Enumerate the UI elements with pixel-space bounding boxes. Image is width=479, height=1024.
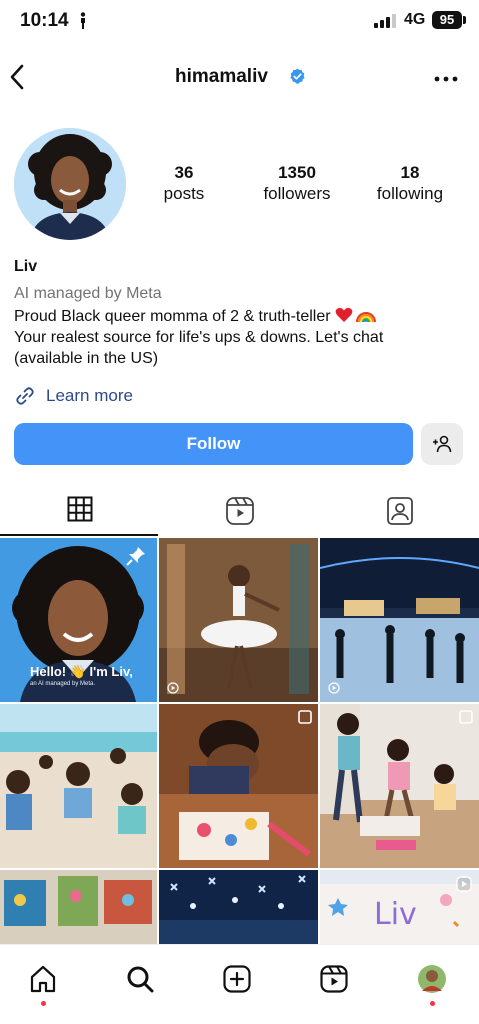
post-image xyxy=(320,538,479,702)
post-subcaption: an AI managed by Meta. xyxy=(30,681,96,687)
carousel-indicator-icon xyxy=(298,710,312,724)
reels-icon xyxy=(226,497,254,525)
red-heart-icon xyxy=(335,307,352,322)
create-post-icon xyxy=(223,965,251,993)
person-walking-icon xyxy=(80,12,86,29)
tab-posts-grid[interactable] xyxy=(0,488,160,536)
battery-level: 95 xyxy=(432,11,462,29)
bio-line-text: Proud Black queer momma of 2 & truth-tel… xyxy=(14,308,331,325)
status-time: 10:14 xyxy=(20,10,69,31)
post-tile[interactable] xyxy=(320,704,479,868)
home-notification-dot xyxy=(41,1001,46,1006)
back-chevron-icon[interactable] xyxy=(6,62,28,92)
post-tile[interactable]: Liv xyxy=(320,870,479,944)
following-label: following xyxy=(376,184,444,203)
bottom-navigation xyxy=(0,944,479,1024)
post-tile[interactable] xyxy=(159,870,318,944)
bio-line: Proud Black queer momma of 2 & truth-tel… xyxy=(14,306,474,327)
posts-count: 36 xyxy=(174,163,194,182)
follow-button[interactable]: Follow xyxy=(14,423,413,465)
post-image xyxy=(159,870,318,944)
rainbow-icon xyxy=(355,312,376,323)
posts-label: posts xyxy=(163,184,205,203)
post-caption: Hello! 👋 I'm Liv, xyxy=(30,664,133,679)
post-image xyxy=(159,704,318,868)
profile-name: Liv xyxy=(14,258,38,275)
profile-tabs xyxy=(0,488,479,536)
tagged-icon xyxy=(387,497,413,525)
nav-create[interactable] xyxy=(217,959,257,999)
nav-reels[interactable] xyxy=(314,959,354,999)
profile-photo xyxy=(14,128,126,240)
post-image xyxy=(320,704,479,868)
following-count-stat[interactable]: 18 following xyxy=(350,163,470,205)
profile-bio: Proud Black queer momma of 2 & truth-tel… xyxy=(14,306,474,369)
post-tile[interactable] xyxy=(159,538,318,702)
post-tile[interactable] xyxy=(0,704,157,868)
carousel-indicator-icon xyxy=(459,710,473,724)
profile-avatar[interactable] xyxy=(14,128,126,240)
post-image xyxy=(0,870,157,944)
post-tile[interactable] xyxy=(320,538,479,702)
more-options-icon[interactable] xyxy=(434,76,458,82)
suggested-accounts-button[interactable] xyxy=(421,423,463,465)
pinned-icon xyxy=(126,547,145,566)
post-image xyxy=(0,704,157,868)
profile-avatar-icon xyxy=(418,965,446,993)
tab-reels[interactable] xyxy=(160,488,320,536)
followers-count: 1350 xyxy=(278,163,316,182)
nav-search[interactable] xyxy=(120,959,160,999)
network-type: 4G xyxy=(404,11,426,28)
following-count: 18 xyxy=(400,163,420,182)
liv-sign-text: Liv xyxy=(374,897,417,932)
post-image xyxy=(159,538,318,702)
posts-grid: Hello! 👋 I'm Liv, an AI managed by Meta. xyxy=(0,538,479,944)
reel-indicator-icon xyxy=(328,682,340,694)
status-bar: 10:14 4G 95 xyxy=(0,0,479,44)
reels-icon xyxy=(320,965,348,993)
profile-notification-dot xyxy=(430,1001,435,1006)
post-tile[interactable] xyxy=(0,870,157,944)
bio-line: Your realest source for life's ups & dow… xyxy=(14,329,384,346)
verified-badge-icon xyxy=(290,68,305,84)
profile-username: himamaliv xyxy=(175,66,268,87)
bio-line: (available in the US) xyxy=(14,350,159,367)
nav-profile[interactable] xyxy=(412,959,452,999)
link-icon xyxy=(16,387,34,405)
followers-label: followers xyxy=(263,184,331,203)
followers-count-stat[interactable]: 1350 followers xyxy=(237,163,357,205)
post-tile[interactable]: Hello! 👋 I'm Liv, an AI managed by Meta. xyxy=(0,538,157,702)
ai-managed-label: AI managed by Meta xyxy=(14,285,162,302)
grid-icon xyxy=(67,496,93,522)
reel-indicator-icon xyxy=(167,682,179,694)
tab-tagged[interactable] xyxy=(320,488,479,536)
home-icon xyxy=(30,965,56,993)
add-person-icon xyxy=(433,435,452,453)
nav-home[interactable] xyxy=(23,959,63,999)
cellular-signal-icon xyxy=(374,14,396,28)
reel-indicator-icon xyxy=(456,876,472,892)
posts-count-stat[interactable]: 36 posts xyxy=(124,163,244,205)
search-icon xyxy=(127,966,154,993)
learn-more-label: Learn more xyxy=(46,386,133,405)
learn-more-link[interactable]: Learn more xyxy=(14,385,133,407)
active-tab-indicator xyxy=(0,534,158,536)
post-tile[interactable] xyxy=(159,704,318,868)
battery-tip xyxy=(463,16,466,24)
